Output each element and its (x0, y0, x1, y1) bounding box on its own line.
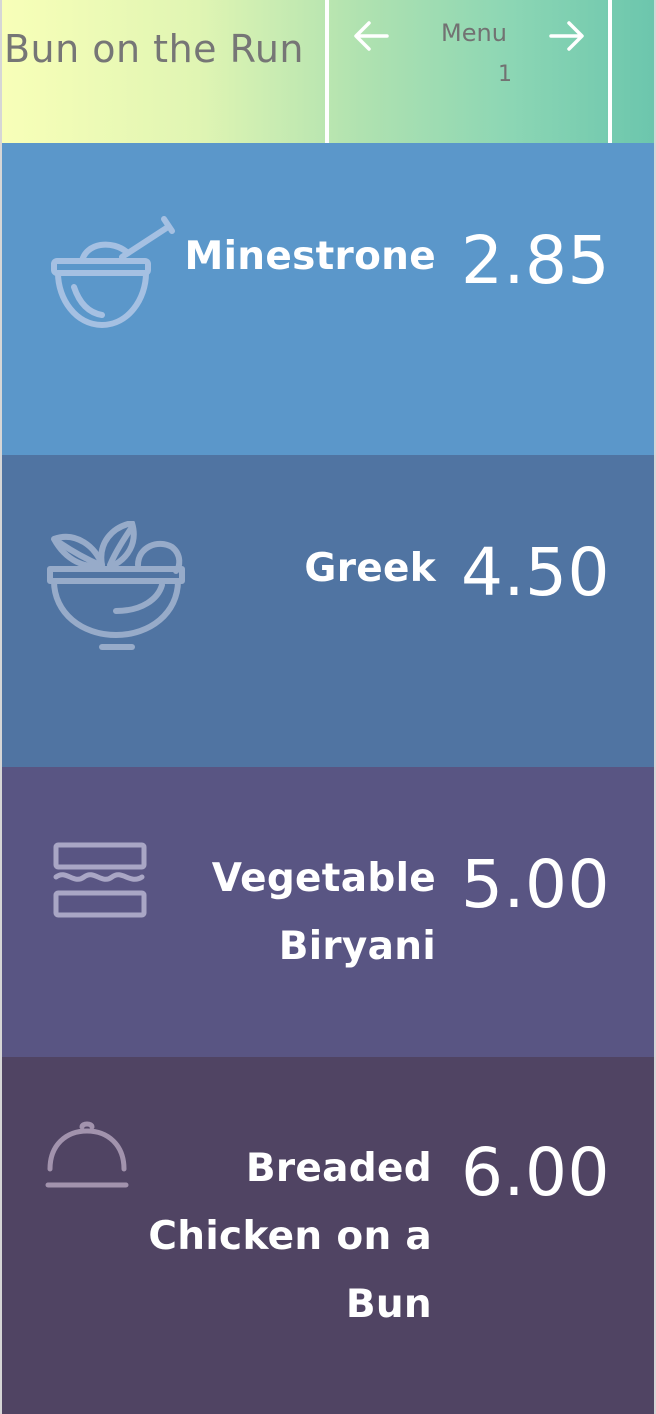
item-name: Greek (304, 546, 436, 591)
cloche-icon (44, 1119, 130, 1195)
item-name: Vegetable Biryani (211, 856, 436, 969)
item-price: 6.00 (461, 1134, 610, 1211)
menu-pager: Menu 1 (329, 0, 608, 143)
page-number: 1 (498, 62, 512, 87)
item-name: Breaded Chicken on a Bun (148, 1146, 432, 1327)
sandwich-icon (52, 841, 148, 923)
item-price: 4.50 (461, 534, 610, 611)
item-price: 2.85 (461, 222, 610, 299)
header-side-strip (612, 0, 654, 143)
item-price: 5.00 (461, 846, 610, 923)
brand-title: Bun on the Run (3, 27, 304, 71)
menu-item: Breaded Chicken on a Bun 6.00 (2, 1057, 654, 1414)
menu-item: Greek 4.50 (2, 455, 654, 767)
item-name: Minestrone (184, 234, 436, 279)
menu-item: Vegetable Biryani 5.00 (2, 767, 654, 1057)
menu-board: Bun on the Run Menu 1 Minestrone 2.85 Gr… (0, 0, 656, 1414)
menu-header: Bun on the Run Menu 1 (2, 0, 654, 143)
menu-item: Minestrone 2.85 (2, 143, 654, 455)
arrow-right-icon[interactable] (547, 18, 587, 54)
